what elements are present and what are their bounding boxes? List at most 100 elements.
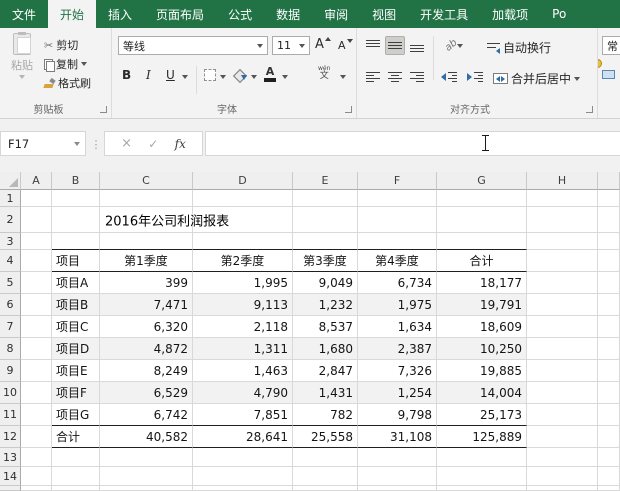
cell-B11[interactable]: 项目G	[52, 404, 100, 426]
tab-view[interactable]: 视图	[360, 0, 408, 28]
align-left-button[interactable]	[363, 67, 383, 86]
underline-button[interactable]: U	[166, 68, 175, 82]
fill-color-button[interactable]	[234, 69, 247, 81]
cell-E4[interactable]: 第3季度	[293, 250, 358, 272]
cell-G9[interactable]: 19,885	[437, 360, 527, 382]
row-header-8[interactable]: 8	[0, 338, 21, 360]
cell-D11[interactable]: 7,851	[193, 404, 293, 426]
row-header-3[interactable]: 3	[0, 233, 21, 250]
cell-A3[interactable]	[21, 233, 52, 250]
cell-H3[interactable]	[527, 233, 598, 250]
phonetic-dropdown-icon[interactable]	[340, 75, 346, 79]
name-box[interactable]: F17	[0, 131, 86, 156]
align-middle-button[interactable]	[385, 36, 405, 55]
phonetic-guide-button[interactable]: wén 文	[318, 66, 330, 81]
cell-A10[interactable]	[21, 382, 52, 404]
cell-F6[interactable]: 1,975	[358, 294, 437, 316]
paste-button[interactable]: 粘贴	[5, 33, 39, 95]
cell-X2[interactable]	[598, 207, 620, 233]
cell-E7[interactable]: 8,537	[293, 316, 358, 338]
cell-X13[interactable]	[598, 448, 620, 467]
bold-button[interactable]: B	[122, 68, 131, 82]
cell-G5[interactable]: 18,177	[437, 272, 527, 294]
align-bottom-button[interactable]	[407, 36, 427, 55]
row-header-2[interactable]: 2	[0, 207, 21, 233]
col-header-H[interactable]: H	[527, 172, 598, 190]
cell-F14[interactable]	[358, 467, 437, 486]
cell-B3[interactable]	[52, 233, 100, 250]
tab-add-ins[interactable]: 加载项	[480, 0, 540, 28]
tab-insert[interactable]: 插入	[96, 0, 144, 28]
cell-A7[interactable]	[21, 316, 52, 338]
cell-B12[interactable]: 合计	[52, 426, 100, 448]
col-header-cut[interactable]	[598, 172, 620, 190]
increase-indent-button[interactable]	[463, 67, 487, 86]
cell-D12[interactable]: 28,641	[193, 426, 293, 448]
cell-B6[interactable]: 项目B	[52, 294, 100, 316]
cell-B9[interactable]: 项目E	[52, 360, 100, 382]
clipboard-dialog-launcher[interactable]	[100, 106, 107, 113]
cell-X14[interactable]	[598, 467, 620, 486]
cell-G12[interactable]: 125,889	[437, 426, 527, 448]
cell-H8[interactable]	[527, 338, 598, 360]
fill-color-dropdown-icon[interactable]	[251, 75, 257, 79]
cell-F11[interactable]: 9,798	[358, 404, 437, 426]
format-painter-button[interactable]: 格式刷	[44, 75, 91, 91]
cell-C13[interactable]	[100, 448, 193, 467]
cell-CX[interactable]	[100, 486, 193, 491]
cell-D6[interactable]: 9,113	[193, 294, 293, 316]
cell-C5[interactable]: 399	[100, 272, 193, 294]
col-header-C[interactable]: C	[100, 172, 193, 190]
cell-F2[interactable]	[358, 207, 437, 233]
cell-B2[interactable]	[52, 207, 100, 233]
cell-E12[interactable]: 25,558	[293, 426, 358, 448]
wrap-text-button[interactable]: 自动换行	[487, 39, 551, 56]
cell-D3[interactable]	[193, 233, 293, 250]
cell-X10[interactable]	[598, 382, 620, 404]
cell-B7[interactable]: 项目C	[52, 316, 100, 338]
cell-D9[interactable]: 1,463	[193, 360, 293, 382]
row-header-9[interactable]: 9	[0, 360, 21, 382]
tab-po-truncated[interactable]: Po	[540, 0, 578, 28]
cell-C11[interactable]: 6,742	[100, 404, 193, 426]
font-color-dropdown-icon[interactable]	[282, 75, 288, 79]
cell-H14[interactable]	[527, 467, 598, 486]
increase-font-size-button[interactable]: A	[315, 37, 331, 52]
cell-E3[interactable]	[293, 233, 358, 250]
cell-A13[interactable]	[21, 448, 52, 467]
cell-H12[interactable]	[527, 426, 598, 448]
cell-A4[interactable]	[21, 250, 52, 272]
cell-D5[interactable]: 1,995	[193, 272, 293, 294]
cell-G2[interactable]	[437, 207, 527, 233]
cell-X6[interactable]	[598, 294, 620, 316]
cancel-icon[interactable]: ×	[121, 136, 132, 151]
number-format-select[interactable]: 常	[602, 36, 620, 55]
cell-C4[interactable]: 第1季度	[100, 250, 193, 272]
cell-H4[interactable]	[527, 250, 598, 272]
cell-HX[interactable]	[527, 486, 598, 491]
cell-C3[interactable]	[100, 233, 193, 250]
cell-C12[interactable]: 40,582	[100, 426, 193, 448]
col-header-B[interactable]: B	[52, 172, 100, 190]
cell-AX[interactable]	[21, 486, 52, 491]
cell-X1[interactable]	[598, 190, 620, 207]
cell-D14[interactable]	[193, 467, 293, 486]
cell-C2[interactable]: 2016年公司利润报表	[100, 207, 193, 233]
font-name-select[interactable]: 等线	[118, 36, 268, 55]
cell-E8[interactable]: 1,680	[293, 338, 358, 360]
cell-C1[interactable]	[100, 190, 193, 207]
cell-FX[interactable]	[358, 486, 437, 491]
cell-G7[interactable]: 18,609	[437, 316, 527, 338]
tab-review[interactable]: 审阅	[312, 0, 360, 28]
cell-H11[interactable]	[527, 404, 598, 426]
cell-E11[interactable]: 782	[293, 404, 358, 426]
cell-B13[interactable]	[52, 448, 100, 467]
cell-A11[interactable]	[21, 404, 52, 426]
col-header-G[interactable]: G	[437, 172, 527, 190]
row-header-12[interactable]: 12	[0, 426, 21, 448]
row-header-cut[interactable]	[0, 486, 21, 491]
cell-B1[interactable]	[52, 190, 100, 207]
cut-button[interactable]: ✂ 剪切	[44, 37, 78, 53]
cell-A1[interactable]	[21, 190, 52, 207]
cell-B10[interactable]: 项目F	[52, 382, 100, 404]
